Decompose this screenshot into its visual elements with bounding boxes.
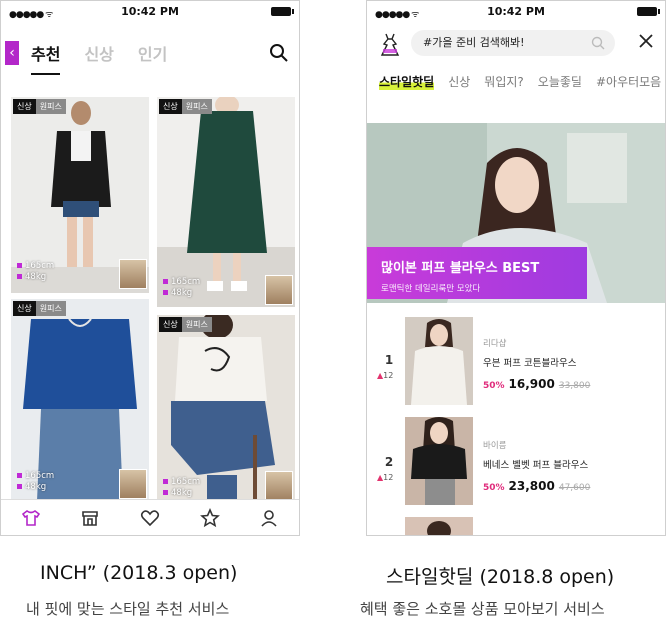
bottom-nav: [1, 499, 299, 535]
tab-bar: 추천 신상 인기: [31, 41, 167, 75]
product-grid: 신상 원피스 165cm 48kg 신상 원피스 165cm 48kg 신상 원…: [11, 97, 295, 501]
product-price: 50% 16,900 33,800: [483, 377, 590, 391]
banner-title: 많이본 퍼프 블라우스 BEST: [381, 261, 540, 276]
ranking-item[interactable]: 1 ▲12 리다샵 우븐 퍼프 코튼블라우스 50% 16,900 33,800: [367, 315, 665, 407]
product-card[interactable]: 신상 원피스 165cm 48kg: [157, 315, 295, 501]
stylehotdeal-app-screen: ●●●●● ᯤ 10:42 PM #가을 준비 검색해봐! 스타일핫딜 신상 뭐…: [366, 0, 666, 536]
shop-name: 바이름: [483, 441, 507, 451]
left-caption-title: INCH” (2018.3 open): [40, 562, 238, 584]
heart-icon[interactable]: [140, 508, 160, 528]
product-card[interactable]: 신상 원피스 165cm 48kg: [157, 97, 295, 307]
product-card[interactable]: 신상 원피스 165cm 48kg: [11, 299, 149, 501]
model-specs: 165cm 48kg: [17, 261, 54, 283]
discount-rate: 50%: [483, 483, 505, 493]
category-nav: 스타일핫딜 신상 뭐입지? 오늘좋딜 #아우터모음: [379, 73, 661, 90]
category-outer[interactable]: #아우터모음: [596, 73, 661, 90]
tab-new[interactable]: 신상: [84, 41, 113, 75]
product-name: 우븐 퍼프 코튼블라우스: [483, 358, 577, 369]
sale-price: 23,800: [508, 479, 555, 493]
model-thumbnail[interactable]: [119, 469, 147, 499]
sale-price: 16,900: [508, 377, 555, 391]
product-card[interactable]: 신상 원피스 165cm 48kg: [11, 97, 149, 293]
left-caption-subtitle: 내 핏에 맞는 스타일 추천 서비스: [26, 600, 230, 618]
banner-subtitle: 로맨틱한 데일리룩만 모았다: [381, 284, 481, 294]
tag-category: 원피스: [181, 317, 212, 332]
search-input[interactable]: #가을 준비 검색해봐!: [411, 30, 615, 56]
back-button[interactable]: ‹: [5, 41, 19, 65]
status-bar: ●●●●● ᯤ 10:42 PM: [367, 1, 665, 23]
right-caption-subtitle: 혜택 좋은 소호몰 상품 모아보기 서비스: [360, 600, 605, 618]
category-stylehotdeal[interactable]: 스타일핫딜: [379, 73, 435, 90]
star-icon[interactable]: [199, 507, 220, 528]
close-icon[interactable]: [637, 32, 655, 50]
right-caption-title: 스타일핫딜 (2018.8 open): [386, 566, 615, 588]
tag-category: 원피스: [181, 99, 212, 114]
battery-icon: [637, 7, 660, 16]
model-specs: 165cm 48kg: [163, 477, 200, 499]
battery-icon: [271, 7, 294, 16]
model-thumbnail[interactable]: [265, 275, 293, 305]
model-specs: 165cm 48kg: [17, 471, 54, 493]
model-thumbnail[interactable]: [265, 471, 293, 501]
product-photo[interactable]: [405, 417, 473, 505]
shirt-icon[interactable]: [21, 508, 41, 528]
tag-new: 신상: [159, 317, 182, 332]
inch-app-screen: ●●●●● ᯤ 10:42 PM ‹ 추천 신상 인기 신상 원피스 165cm…: [0, 0, 300, 536]
product-photo[interactable]: [405, 317, 473, 405]
tag-category: 원피스: [35, 301, 66, 316]
product-price: 50% 23,800 47,600: [483, 479, 590, 493]
tag-new: 신상: [159, 99, 182, 114]
status-time: 10:42 PM: [121, 5, 179, 18]
user-icon[interactable]: [259, 508, 279, 528]
tag-new: 신상: [13, 99, 36, 114]
shop-icon[interactable]: [80, 508, 100, 528]
status-time: 10:42 PM: [487, 5, 545, 18]
discount-rate: 50%: [483, 381, 505, 391]
rank-number: 1: [384, 353, 394, 367]
category-what-to-wear[interactable]: 뭐입지?: [484, 73, 524, 90]
rank-change: ▲12: [377, 371, 394, 380]
tag-new: 신상: [13, 301, 36, 316]
search-icon[interactable]: [269, 43, 289, 63]
category-today-deal[interactable]: 오늘좋딜: [538, 73, 582, 90]
banner-overlay: 많이본 퍼프 블라우스 BEST 로맨틱한 데일리룩만 모았다: [367, 247, 587, 299]
tab-recommend[interactable]: 추천: [31, 41, 61, 75]
ranking-item[interactable]: 2 ▲12 바이름 베네스 벨벳 퍼프 블라우스 50% 23,800 47,600: [367, 415, 665, 507]
model-thumbnail[interactable]: [119, 259, 147, 289]
tab-popular[interactable]: 인기: [138, 41, 167, 75]
hero-banner[interactable]: 많이본 퍼프 블라우스 BEST 로맨틱한 데일리룩만 모았다: [367, 123, 665, 303]
rank-number: 2: [384, 455, 394, 469]
status-bar: ●●●●● ᯤ 10:42 PM: [1, 1, 299, 23]
category-new[interactable]: 신상: [448, 73, 470, 90]
search-icon[interactable]: [591, 36, 605, 50]
dress-logo-icon[interactable]: [377, 31, 403, 57]
rank-change: ▲12: [377, 473, 394, 482]
model-specs: 165cm 48kg: [163, 277, 200, 299]
original-price: 47,600: [558, 483, 591, 493]
tag-category: 원피스: [35, 99, 66, 114]
original-price: 33,800: [558, 381, 591, 391]
shop-name: 리다샵: [483, 339, 507, 349]
product-name: 베네스 벨벳 퍼프 블라우스: [483, 460, 589, 471]
search-placeholder: #가을 준비 검색해봐!: [423, 36, 525, 49]
product-photo[interactable]: [405, 517, 473, 535]
